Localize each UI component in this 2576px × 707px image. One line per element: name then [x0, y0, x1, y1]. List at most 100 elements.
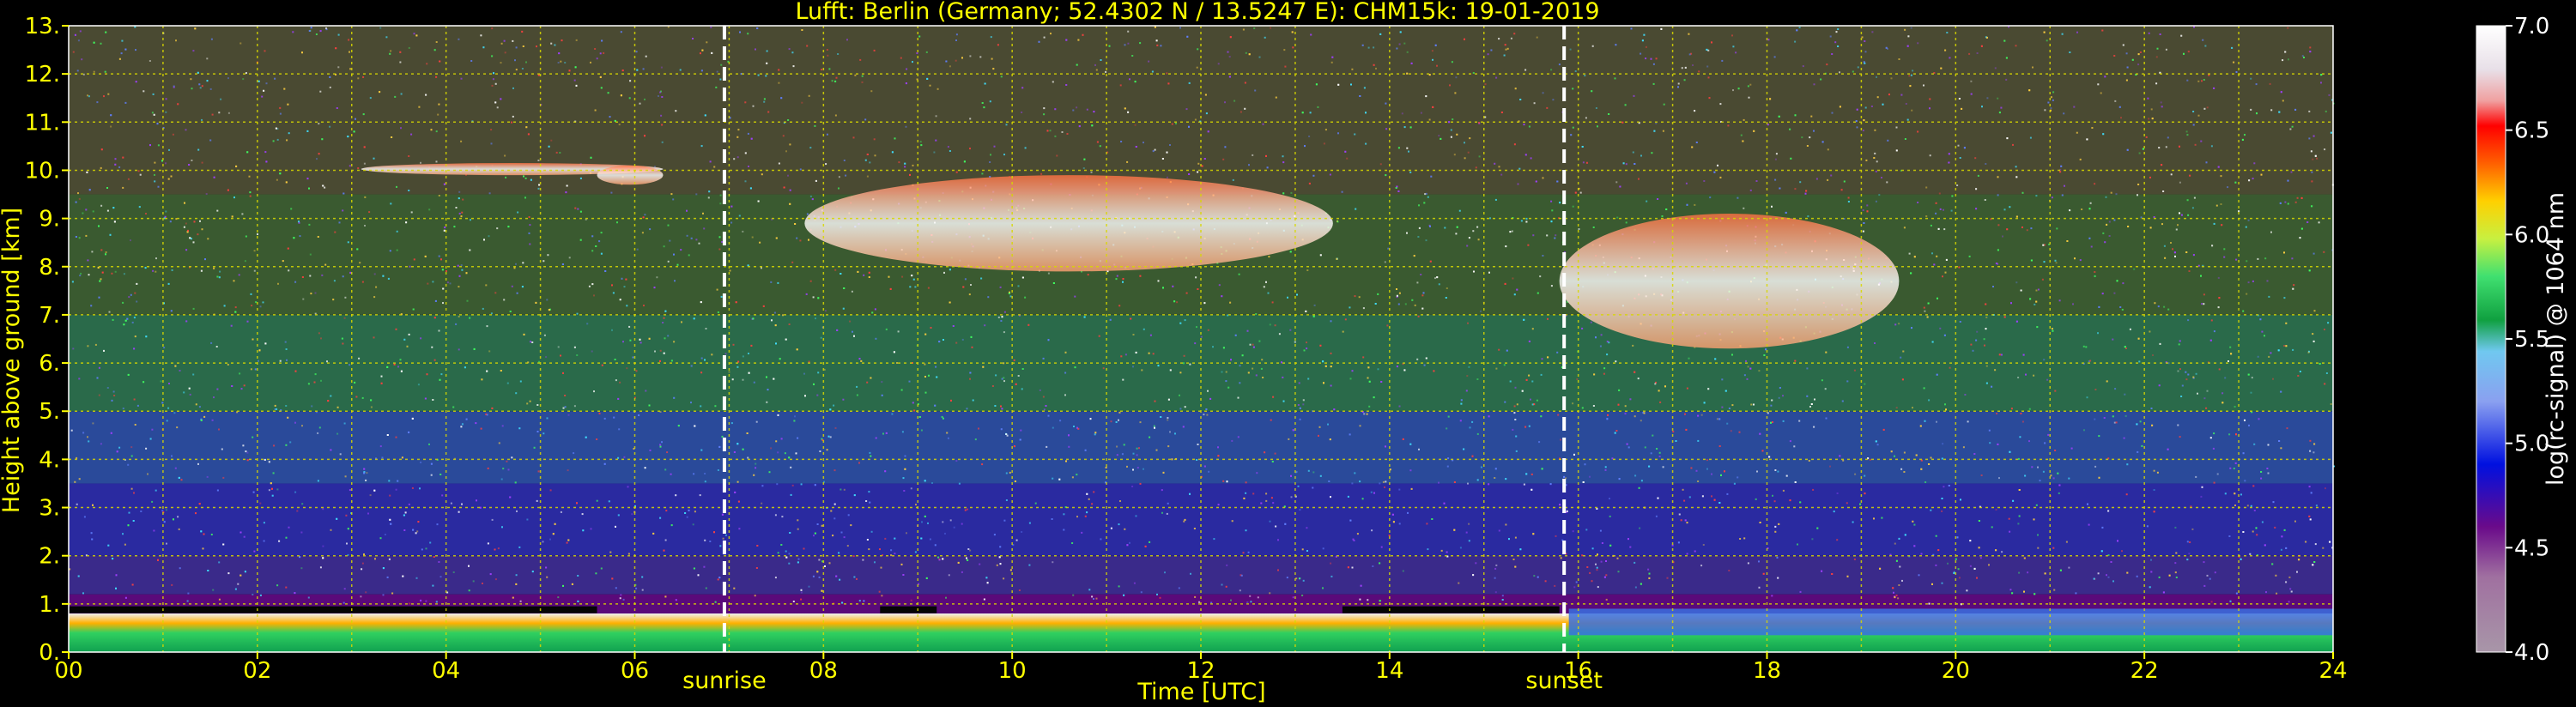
- noise-dot: [1811, 538, 1814, 541]
- noise-dot: [1651, 152, 1653, 154]
- noise-dot: [2283, 529, 2286, 531]
- noise-dot: [1951, 195, 1954, 197]
- noise-dot: [577, 575, 579, 577]
- noise-dot: [1270, 419, 1272, 421]
- noise-dot: [711, 354, 713, 356]
- noise-dot: [343, 588, 346, 590]
- noise-dot: [408, 503, 410, 505]
- noise-dot: [774, 577, 777, 579]
- noise-dot: [396, 249, 398, 251]
- noise-dot: [1478, 155, 1481, 158]
- noise-dot: [931, 482, 933, 484]
- noise-dot: [1368, 405, 1371, 408]
- noise-dot: [1444, 227, 1446, 229]
- noise-dot: [1222, 158, 1225, 160]
- noise-dot: [1118, 585, 1120, 588]
- noise-dot: [155, 257, 157, 260]
- noise-dot: [1964, 394, 1967, 396]
- noise-dot: [1408, 150, 1409, 153]
- noise-dot: [1241, 354, 1244, 357]
- noise-dot: [721, 513, 724, 516]
- noise-dot: [2287, 179, 2289, 182]
- noise-dot: [547, 254, 549, 257]
- noise-dot: [1808, 460, 1810, 462]
- noise-dot: [145, 335, 148, 338]
- noise-dot: [92, 422, 94, 425]
- noise-dot: [1448, 121, 1451, 124]
- noise-dot: [1265, 154, 1267, 157]
- noise-dot: [2328, 94, 2331, 96]
- noise-dot: [1473, 270, 1475, 273]
- noise-dot: [1586, 566, 1589, 568]
- noise-dot: [279, 360, 282, 362]
- noise-dot: [2126, 571, 2129, 574]
- noise-dot: [216, 489, 219, 492]
- noise-dot: [71, 281, 74, 283]
- noise-dot: [843, 160, 846, 161]
- noise-dot: [828, 68, 831, 70]
- noise-dot: [1159, 596, 1161, 599]
- noise-dot: [77, 575, 80, 577]
- noise-dot: [818, 576, 821, 578]
- noise-dot: [774, 324, 777, 327]
- noise-dot: [1020, 429, 1022, 432]
- noise-dot: [2246, 260, 2248, 263]
- noise-dot: [1596, 569, 1598, 571]
- noise-dot: [648, 337, 651, 340]
- noise-dot: [1596, 566, 1598, 569]
- noise-dot: [235, 165, 238, 167]
- noise-dot: [190, 78, 192, 81]
- noise-dot: [1324, 365, 1327, 367]
- noise-dot: [1770, 404, 1773, 407]
- noise-dot: [222, 476, 225, 479]
- noise-dot: [2267, 472, 2270, 474]
- noise-dot: [1466, 245, 1469, 247]
- noise-dot: [130, 487, 133, 490]
- noise-dot: [1943, 228, 1946, 231]
- noise-dot: [318, 123, 320, 125]
- noise-dot: [1852, 521, 1854, 523]
- noise-dot: [1732, 89, 1734, 92]
- noise-dot: [1123, 444, 1125, 446]
- noise-dot: [1936, 420, 1937, 423]
- noise-dot: [955, 341, 958, 344]
- noise-dot: [794, 415, 796, 418]
- noise-dot: [1948, 485, 1950, 486]
- noise-dot: [123, 273, 125, 275]
- noise-dot: [112, 318, 114, 321]
- noise-dot: [1084, 515, 1087, 517]
- noise-dot: [747, 132, 749, 135]
- noise-dot: [131, 321, 134, 323]
- noise-dot: [349, 68, 352, 70]
- noise-dot: [2090, 245, 2093, 248]
- noise-dot: [1801, 136, 1803, 139]
- noise-dot: [1095, 597, 1098, 600]
- noise-dot: [752, 105, 755, 107]
- noise-dot: [2029, 298, 2032, 300]
- noise-dot: [1224, 101, 1226, 104]
- noise-dot: [465, 418, 468, 420]
- noise-dot: [337, 66, 340, 69]
- noise-dot: [191, 238, 192, 240]
- noise-dot: [212, 589, 215, 591]
- noise-dot: [1438, 283, 1440, 286]
- noise-dot: [955, 460, 958, 462]
- noise-dot: [1346, 157, 1349, 160]
- noise-dot: [777, 414, 779, 416]
- noise-dot: [1615, 430, 1618, 432]
- noise-dot: [1239, 589, 1241, 592]
- noise-dot: [670, 473, 672, 475]
- noise-dot: [2228, 535, 2231, 537]
- noise-dot: [2127, 226, 2130, 227]
- noise-dot: [1356, 533, 1359, 535]
- noise-dot: [2260, 173, 2263, 176]
- noise-dot: [2032, 66, 2034, 69]
- noise-dot: [1664, 385, 1666, 388]
- noise-dot: [1657, 198, 1659, 200]
- noise-dot: [2035, 195, 2038, 197]
- noise-dot: [1182, 362, 1185, 365]
- noise-dot: [1154, 148, 1156, 151]
- noise-dot: [1775, 153, 1778, 155]
- noise-dot: [761, 173, 763, 176]
- noise-dot: [970, 335, 973, 338]
